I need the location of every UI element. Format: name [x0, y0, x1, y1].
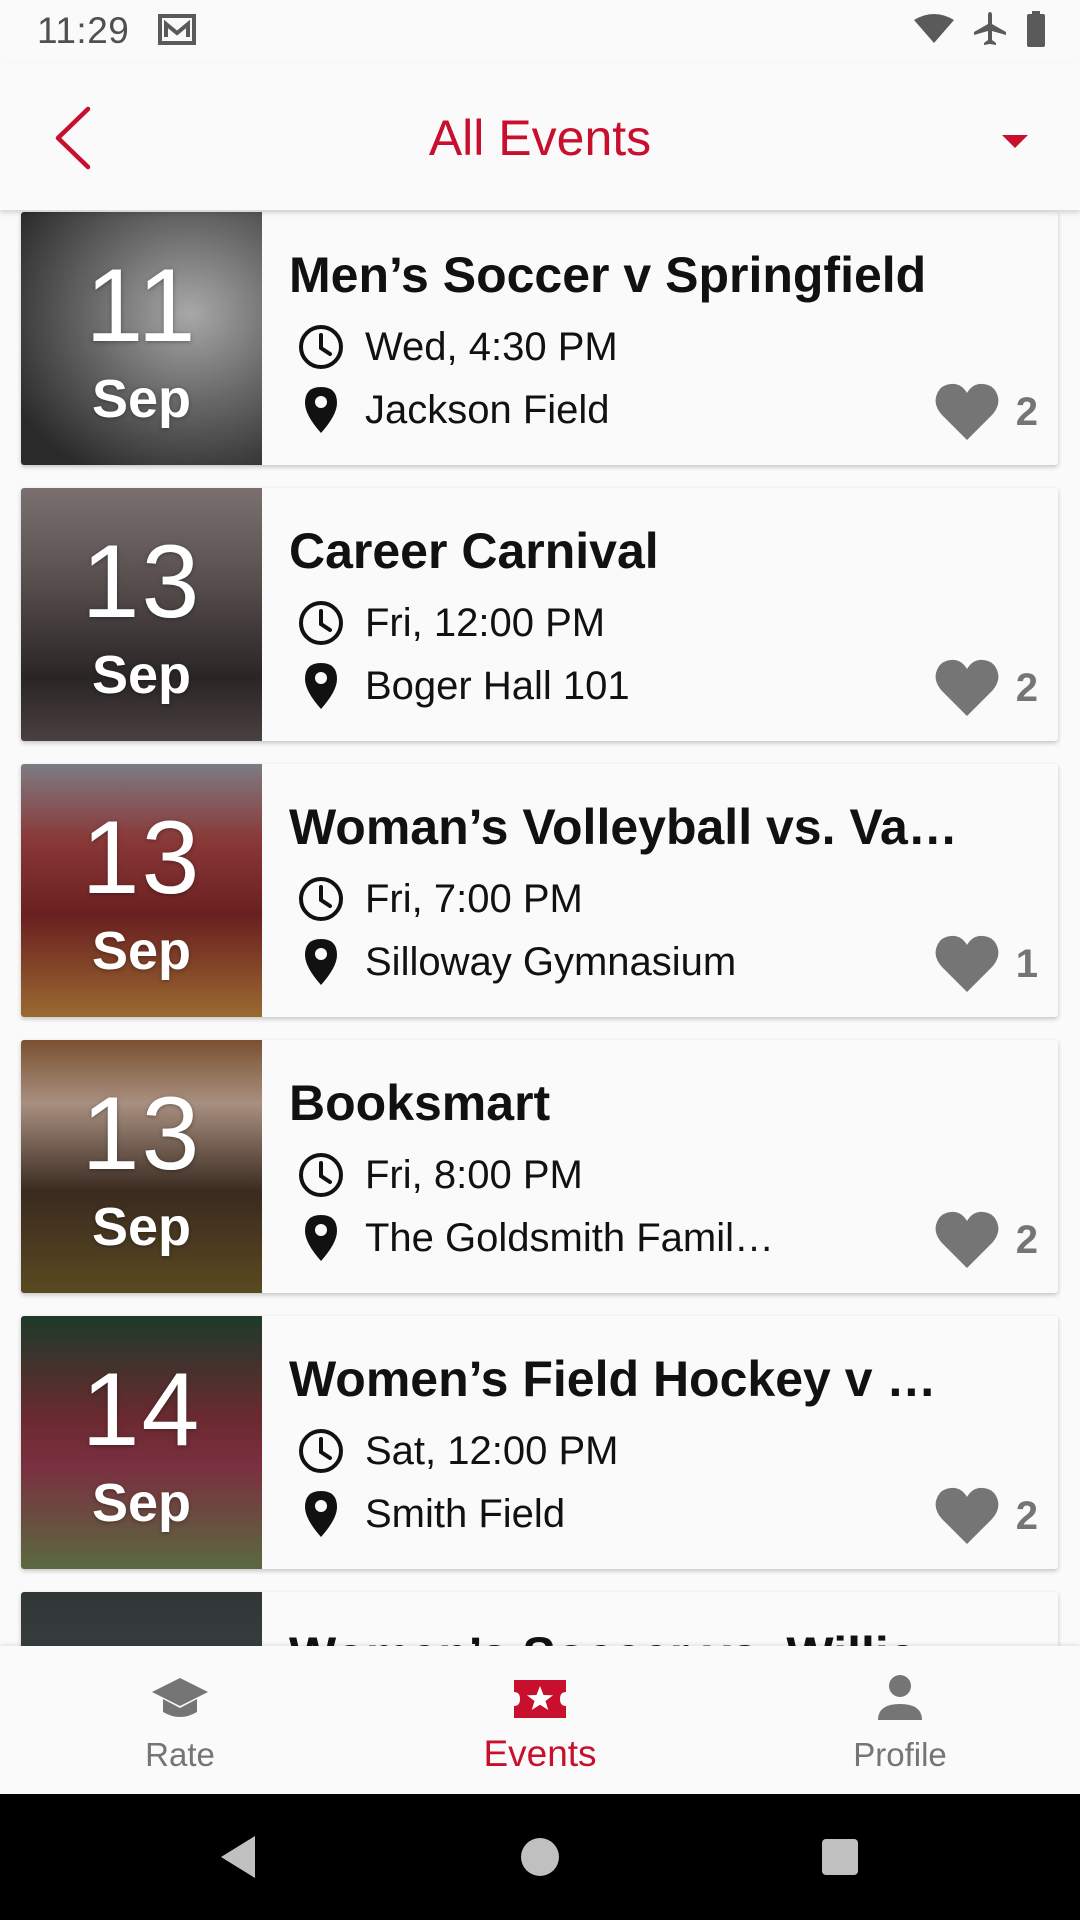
heart-icon[interactable] — [934, 934, 1000, 994]
clock-icon — [293, 871, 349, 927]
status-bar: 11:29 — [0, 0, 1080, 63]
event-location: Boger Hall 101 — [365, 663, 630, 708]
event-time-row: Fri, 8:00 PM — [293, 1146, 583, 1204]
like-area: 2 — [934, 658, 1038, 718]
caret-down-icon — [1002, 135, 1028, 148]
event-card[interactable]: 13 Sep Career Carnival Fri, 12:00 PM Bog… — [21, 488, 1058, 741]
nav-label-profile: Profile — [853, 1736, 947, 1773]
event-card[interactable]: 11 Sep Men’s Soccer v Springfield Wed, 4… — [21, 212, 1058, 465]
event-title: Career Carnival — [289, 523, 659, 579]
mail-icon — [158, 14, 196, 45]
event-card[interactable]: 13 Sep Woman’s Volleyball vs. Va… Fri, 7… — [21, 764, 1058, 1017]
event-location-row: Boger Hall 101 — [293, 657, 630, 715]
bottom-navigation: Rate Events Profile — [0, 1646, 1080, 1794]
nav-label-events: Events — [483, 1733, 597, 1774]
location-pin-icon — [293, 1486, 349, 1542]
event-title: Men’s Soccer v Springfield — [289, 247, 927, 303]
status-time: 11:29 — [37, 10, 130, 51]
event-time: Sat, 12:00 PM — [365, 1428, 619, 1473]
event-time-row: Fri, 7:00 PM — [293, 870, 583, 928]
event-month: Sep — [91, 1473, 192, 1533]
status-icons — [914, 11, 1046, 47]
event-date-block — [21, 1592, 262, 1646]
location-pin-icon — [293, 382, 349, 438]
heart-icon[interactable] — [934, 382, 1000, 442]
event-location-row: The Goldsmith Famil… — [293, 1209, 774, 1267]
event-time: Fri, 12:00 PM — [365, 600, 606, 645]
event-location: Smith Field — [365, 1491, 566, 1536]
clock-icon — [293, 595, 349, 651]
event-list[interactable]: 11 Sep Men’s Soccer v Springfield Wed, 4… — [0, 210, 1080, 1646]
system-navigation-bar — [0, 1794, 1080, 1920]
event-title: Booksmart — [289, 1075, 551, 1131]
event-day: 13 — [81, 800, 202, 916]
like-count: 2 — [1015, 1217, 1038, 1262]
event-date-block: 13 Sep — [21, 488, 262, 741]
like-area: 2 — [934, 1210, 1038, 1270]
event-month: Sep — [91, 921, 192, 981]
location-pin-icon — [293, 658, 349, 714]
event-date-block: 13 Sep — [21, 764, 262, 1017]
clock-icon — [293, 319, 349, 375]
home-circle-icon[interactable] — [515, 1832, 565, 1882]
clock-icon — [293, 1423, 349, 1479]
event-date-block: 14 Sep — [21, 1316, 262, 1569]
event-month: Sep — [91, 369, 192, 429]
event-location-row: Silloway Gymnasium — [293, 933, 736, 991]
heart-icon[interactable] — [934, 1486, 1000, 1546]
event-card[interactable]: Women’s Soccer vs. Willia — [21, 1592, 1058, 1646]
event-location-row: Jackson Field — [293, 381, 610, 439]
event-title: Women’s Soccer vs. Willia — [289, 1626, 979, 1646]
nav-item-profile[interactable]: Profile — [720, 1646, 1080, 1794]
event-location: The Goldsmith Famil… — [365, 1215, 774, 1260]
nav-label-rate: Rate — [145, 1736, 215, 1773]
like-count: 2 — [1015, 665, 1038, 710]
event-time: Fri, 7:00 PM — [365, 876, 583, 921]
event-date-block: 11 Sep — [21, 212, 262, 465]
event-date-block: 13 Sep — [21, 1040, 262, 1293]
location-pin-icon — [293, 1210, 349, 1266]
event-card[interactable]: 14 Sep Women’s Field Hockey v … Sat, 12:… — [21, 1316, 1058, 1569]
wifi-icon — [914, 14, 954, 43]
event-month: Sep — [91, 1197, 192, 1257]
like-count: 2 — [1015, 389, 1038, 434]
nav-item-events[interactable]: Events — [360, 1646, 720, 1794]
graduation-cap-icon — [152, 1678, 208, 1717]
like-area: 2 — [934, 1486, 1038, 1546]
recents-square-icon[interactable] — [815, 1832, 865, 1882]
heart-icon[interactable] — [934, 1210, 1000, 1270]
event-day: 11 — [85, 248, 198, 364]
event-day: 14 — [81, 1352, 202, 1468]
like-area: 1 — [934, 934, 1038, 994]
event-card[interactable]: 13 Sep Booksmart Fri, 8:00 PM The Goldsm… — [21, 1040, 1058, 1293]
like-count: 1 — [1015, 941, 1038, 986]
event-time: Fri, 8:00 PM — [365, 1152, 583, 1197]
location-pin-icon — [293, 934, 349, 990]
filter-dropdown-button[interactable] — [990, 121, 1040, 161]
like-count: 2 — [1015, 1493, 1038, 1538]
airplane-icon — [974, 12, 1006, 45]
battery-icon — [1027, 11, 1045, 47]
event-time-row: Sat, 12:00 PM — [293, 1422, 618, 1480]
event-day: 13 — [81, 1076, 202, 1192]
ticket-star-icon — [514, 1680, 566, 1718]
event-location: Jackson Field — [365, 387, 610, 432]
back-triangle-icon[interactable] — [215, 1832, 265, 1882]
person-icon — [878, 1675, 922, 1720]
clock-icon — [293, 1147, 349, 1203]
event-day: 13 — [81, 524, 202, 640]
heart-icon[interactable] — [934, 658, 1000, 718]
like-area: 2 — [934, 382, 1038, 442]
event-time-row: Wed, 4:30 PM — [293, 318, 618, 376]
event-location: Silloway Gymnasium — [365, 939, 737, 984]
event-title: Women’s Field Hockey v … — [289, 1351, 937, 1407]
event-title: Woman’s Volleyball vs. Va… — [289, 799, 958, 855]
event-month: Sep — [91, 645, 192, 705]
page-title: All Events — [428, 110, 652, 166]
event-time-row: Fri, 12:00 PM — [293, 594, 605, 652]
app-bar: All Events — [0, 63, 1080, 210]
nav-item-rate[interactable]: Rate — [0, 1646, 360, 1794]
event-time: Wed, 4:30 PM — [365, 324, 618, 369]
event-location-row: Smith Field — [293, 1485, 565, 1543]
